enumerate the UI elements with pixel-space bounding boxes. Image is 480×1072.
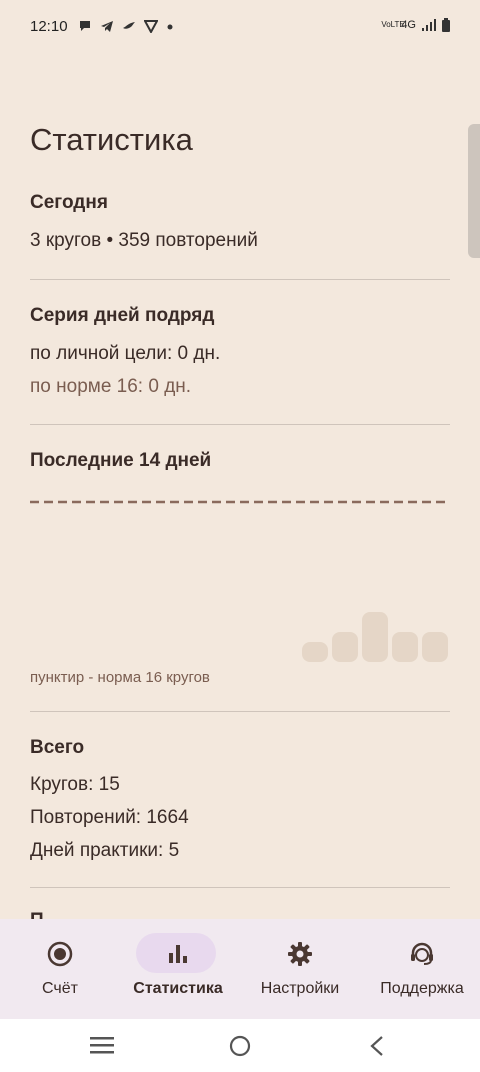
status-bar: 12:10 VoLTE 4G (0, 0, 480, 56)
signal-icon (422, 19, 436, 31)
nav-item-statistics[interactable]: Статистика (118, 919, 238, 1019)
status-right: VoLTE 4G (381, 18, 450, 32)
chart-bar (332, 632, 358, 662)
divider (30, 279, 450, 280)
streak-title: Серия дней подряд (30, 305, 215, 326)
divider (30, 424, 450, 425)
telegram-icon (101, 21, 113, 32)
total-circles: Кругов: 15 (30, 774, 120, 795)
page-title: Статистика (30, 122, 193, 157)
status-time: 12:10 (30, 18, 68, 35)
bottom-navigation: Счёт Статистика Настройки Поддержка (0, 919, 480, 1019)
nav-item-settings[interactable]: Настройки (240, 919, 360, 1019)
recent-bar-chart (30, 500, 450, 662)
nav-label-score: Счёт (42, 980, 78, 997)
chart-bar (392, 632, 418, 662)
back-icon[interactable] (368, 1035, 386, 1057)
streak-personal: по личной цели: 0 дн. (30, 343, 221, 364)
chart-bar (422, 632, 448, 662)
bird-icon (123, 22, 135, 29)
chat-icon (80, 21, 90, 31)
battery-icon (442, 18, 450, 32)
chart-bar (362, 612, 388, 662)
home-circle-icon[interactable] (229, 1035, 251, 1057)
volte-label: VoLTE (381, 20, 405, 29)
nav-item-score[interactable]: Счёт (0, 919, 120, 1019)
radio-target-icon (47, 941, 73, 967)
nav-label-settings: Настройки (260, 980, 340, 997)
chart-bar (302, 642, 328, 662)
total-days: Дней практики: 5 (30, 840, 180, 861)
nav-item-support[interactable]: Поддержка (362, 919, 480, 1019)
menu-icon[interactable] (90, 1035, 114, 1055)
network-label: 4G (401, 19, 416, 31)
notification-icons (78, 19, 174, 33)
total-title: Всего (30, 737, 85, 758)
scrollbar-thumb[interactable] (468, 124, 480, 258)
system-navigation-bar (0, 1019, 480, 1072)
streak-norm: по норме 16: 0 дн. (30, 376, 192, 397)
bar-chart-icon (169, 945, 187, 963)
dot-icon (167, 24, 173, 30)
today-summary: 3 кругов • 359 повторений (30, 230, 258, 251)
nav-label-support: Поддержка (380, 980, 464, 997)
chart-caption: пунктир - норма 16 кругов (30, 669, 210, 686)
nav-label-statistics: Статистика (133, 980, 223, 997)
divider (30, 711, 450, 712)
today-title: Сегодня (30, 192, 108, 213)
recent-title: Последние 14 дней (30, 450, 212, 471)
support-headset-icon (411, 942, 433, 965)
shield-icon (144, 20, 158, 33)
divider (30, 887, 450, 888)
total-repetitions: Повторений: 1664 (30, 807, 189, 828)
next-section-title-partial: П (30, 910, 44, 919)
gear-icon (288, 942, 312, 966)
